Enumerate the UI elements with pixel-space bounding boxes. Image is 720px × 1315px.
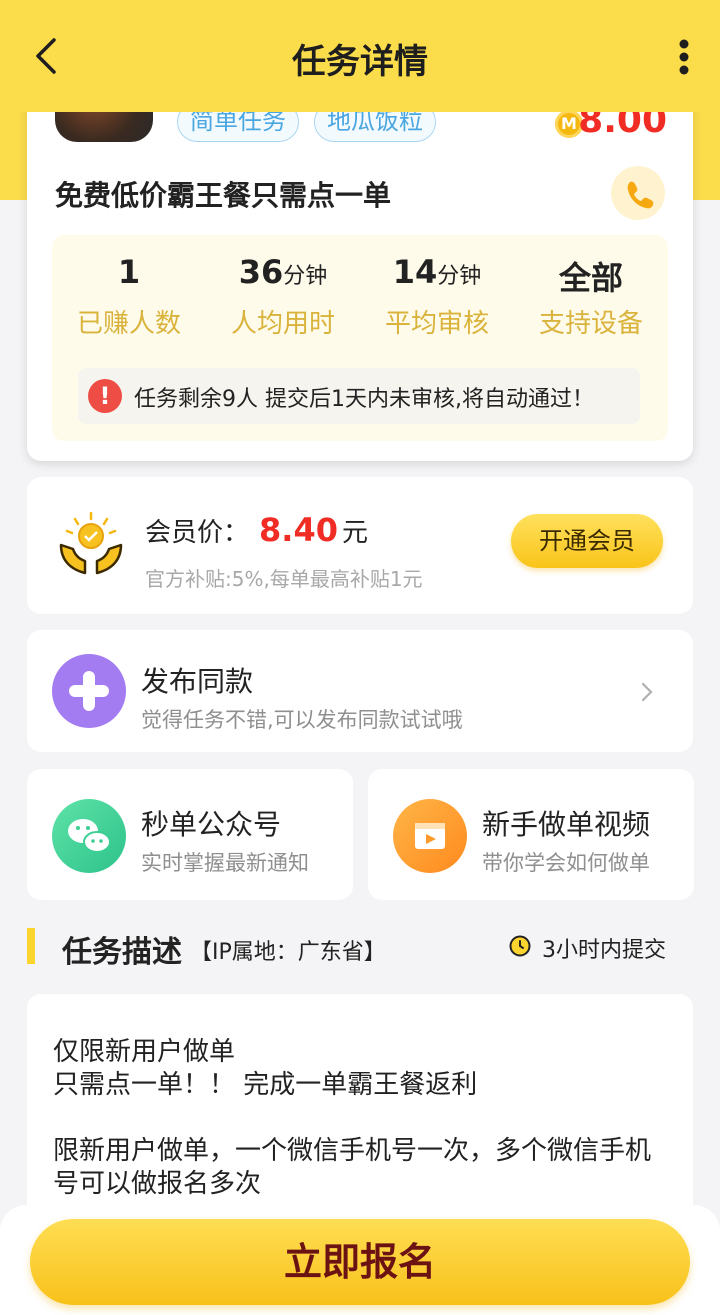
stat-value: 1: [117, 253, 141, 291]
hands-coin-icon: [59, 511, 123, 575]
more-vertical-icon[interactable]: [678, 38, 690, 78]
member-card: 会员价： 8.40 元 官方补贴:5%,每单最高补贴1元 开通会员: [27, 477, 693, 614]
description-text: 仅限新用户做单 只需点一单！！ 完成一单霸王餐返利 限新用户做单，一个微信手机号…: [53, 1037, 652, 1199]
tutorial-video-subtitle: 带你学会如何做单: [482, 851, 650, 875]
phone-icon: [627, 181, 654, 209]
open-vip-button[interactable]: 开通会员: [511, 514, 663, 568]
section-accent-bar: [27, 928, 35, 964]
alert-icon: !: [88, 379, 122, 413]
stat-unit: 分钟: [283, 264, 328, 289]
stat-label: 平均审核: [384, 309, 489, 339]
stat-avg-review: 14分钟 平均审核: [360, 253, 514, 340]
task-notice: ! 任务剩余9人 提交后1天内未审核,将自动通过！: [78, 368, 640, 424]
stat-devices: 全部 支持设备: [514, 253, 668, 340]
stat-label: 人均用时: [230, 309, 335, 339]
publish-same-card[interactable]: 发布同款 觉得任务不错,可以发布同款试试哦: [27, 630, 693, 752]
stat-value: 全部: [558, 259, 623, 297]
stat-label: 已赚人数: [76, 309, 181, 339]
ip-location: 【IP属地：广东省】: [190, 940, 386, 965]
official-account-title: 秒单公众号: [141, 808, 282, 841]
task-card: 简单任务 地瓜饭粒 M 8.00 免费低价霸王餐只需点一单 1 已赚人数 36分…: [27, 80, 693, 461]
task-stats: 1 已赚人数 36分钟 人均用时 14分钟 平均审核 全部 支持设备 ! 任务剩…: [52, 235, 668, 441]
member-subsidy: 官方补贴:5%,每单最高补贴1元: [145, 567, 423, 591]
wechat-icon: [52, 799, 126, 873]
stat-avg-time: 36分钟 人均用时: [206, 253, 360, 340]
submit-deadline: 3小时内提交: [542, 938, 666, 963]
stat-value: 14: [392, 253, 438, 291]
section-title: 任务描述: [62, 935, 182, 970]
phone-button[interactable]: [611, 166, 665, 220]
publish-title: 发布同款: [141, 665, 254, 698]
task-name: 免费低价霸王餐只需点一单: [55, 179, 392, 212]
tutorial-video-title: 新手做单视频: [482, 808, 651, 841]
member-label: 会员价：: [145, 518, 250, 548]
member-unit: 元: [341, 518, 368, 548]
notice-text: 任务剩余9人 提交后1天内未审核,将自动通过！: [134, 387, 594, 412]
signup-button[interactable]: 立即报名: [30, 1219, 690, 1305]
bottom-bar: 立即报名: [0, 1205, 720, 1315]
publish-subtitle: 觉得任务不错,可以发布同款试试哦: [141, 708, 463, 732]
page-title: 任务详情: [292, 42, 428, 82]
official-account-card[interactable]: 秒单公众号 实时掌握最新通知: [27, 769, 353, 900]
stat-value: 36: [238, 253, 284, 291]
chevron-right-icon: [641, 682, 653, 702]
member-price: 8.40: [259, 511, 338, 549]
member-price-row: 会员价： 8.40 元: [145, 511, 368, 549]
plus-icon: [52, 654, 126, 728]
stat-unit: 分钟: [437, 264, 482, 289]
official-account-subtitle: 实时掌握最新通知: [141, 851, 309, 875]
app-header: 任务详情: [0, 0, 720, 112]
video-icon: [393, 799, 467, 873]
stat-earned: 1 已赚人数: [52, 253, 206, 340]
tutorial-video-card[interactable]: 新手做单视频 带你学会如何做单: [368, 769, 694, 900]
stat-label: 支持设备: [538, 309, 643, 339]
clock-icon: [509, 935, 531, 957]
